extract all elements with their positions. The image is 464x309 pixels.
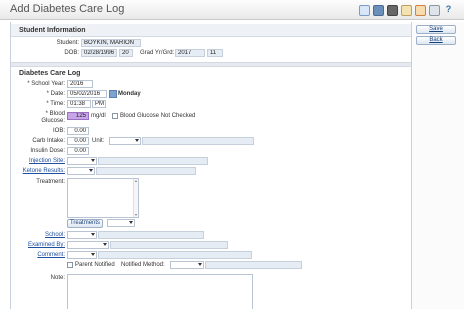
chevron-down-icon bbox=[89, 169, 93, 172]
title-bar: Add Diabetes Care Log ? bbox=[0, 0, 464, 20]
age-value: 20 bbox=[119, 49, 133, 57]
date-input[interactable]: 05/02/2016 bbox=[67, 90, 107, 98]
chevron-down-icon bbox=[103, 243, 107, 246]
toolbar: ? bbox=[359, 5, 454, 16]
comment-description bbox=[98, 251, 252, 259]
examined-by-link[interactable]: Examined By: bbox=[15, 242, 65, 248]
time-label: * Time: bbox=[46, 101, 65, 107]
chevron-down-icon bbox=[91, 233, 95, 236]
examined-by-description bbox=[110, 241, 228, 249]
bg-not-checked-label: Blood Glucose Not Checked bbox=[120, 113, 196, 119]
help-icon[interactable]: ? bbox=[443, 5, 454, 16]
school-link[interactable]: School: bbox=[15, 232, 65, 238]
unit-select[interactable] bbox=[109, 137, 141, 145]
form-pane: Student Information Student: BOYKIN, MAR… bbox=[10, 22, 412, 309]
injection-site-link[interactable]: Injection Site: bbox=[15, 158, 65, 164]
chevron-down-icon bbox=[198, 263, 202, 266]
unit-label: Unit: bbox=[92, 138, 105, 144]
window-title: Add Diabetes Care Log bbox=[10, 3, 125, 15]
bg-not-checked-checkbox[interactable] bbox=[112, 113, 118, 119]
globe-icon[interactable] bbox=[373, 5, 384, 16]
insulin-dose-label: Insulin Dose: bbox=[30, 148, 65, 154]
injection-site-select[interactable] bbox=[67, 157, 97, 165]
grade-value: 11 bbox=[207, 49, 223, 57]
treatments-select[interactable] bbox=[107, 219, 135, 227]
scroll-up-icon bbox=[135, 180, 137, 182]
treatment-label: Treatment: bbox=[36, 179, 65, 185]
ketone-results-description bbox=[96, 167, 196, 175]
comment-select[interactable] bbox=[67, 251, 97, 259]
calendar-icon[interactable] bbox=[109, 90, 117, 98]
dob-label: DOB: bbox=[64, 50, 79, 56]
printer-icon[interactable] bbox=[387, 5, 398, 16]
chevron-down-icon bbox=[129, 221, 133, 224]
examined-by-select[interactable] bbox=[67, 241, 109, 249]
scroll-down-icon bbox=[135, 214, 137, 216]
grad-label: Grad Yr/Grd: bbox=[140, 50, 175, 56]
student-label: Student: bbox=[56, 40, 79, 46]
date-label: * Date: bbox=[46, 91, 65, 97]
action-pane: Save Back bbox=[412, 22, 464, 309]
refresh-icon[interactable] bbox=[429, 5, 440, 16]
scrollbar[interactable] bbox=[133, 179, 138, 217]
document-icon[interactable] bbox=[401, 5, 412, 16]
notified-method-description bbox=[205, 261, 302, 269]
iob-input[interactable]: 0.00 bbox=[67, 127, 89, 135]
injection-site-description bbox=[98, 157, 208, 165]
student-name-value: BOYKIN, MARION bbox=[81, 39, 141, 47]
carb-intake-label: Carb Intake: bbox=[32, 138, 65, 144]
grad-year-value: 2017 bbox=[175, 49, 205, 57]
comment-link[interactable]: Comment: bbox=[15, 252, 65, 258]
time-input[interactable]: 01:38 bbox=[67, 100, 91, 108]
notified-method-label: Notified Method: bbox=[121, 262, 165, 268]
school-year-label: * School Year: bbox=[27, 81, 65, 87]
ketone-results-link[interactable]: Ketone Results: bbox=[15, 168, 65, 174]
parent-notified-checkbox[interactable] bbox=[67, 262, 73, 268]
treatment-textarea[interactable] bbox=[67, 178, 139, 218]
blood-glucose-label-line1: * Blood bbox=[45, 111, 65, 117]
attachment-icon[interactable] bbox=[415, 5, 426, 16]
unit-description bbox=[142, 137, 254, 145]
carb-intake-input[interactable]: 0.00 bbox=[67, 137, 89, 145]
save-button[interactable]: Save bbox=[416, 25, 456, 34]
note-textarea[interactable] bbox=[67, 274, 253, 309]
chevron-down-icon bbox=[91, 253, 95, 256]
chevron-down-icon bbox=[91, 159, 95, 162]
dob-value: 02/28/1996 bbox=[81, 49, 117, 57]
back-button[interactable]: Back bbox=[416, 36, 456, 45]
chevron-down-icon bbox=[135, 139, 139, 142]
blood-glucose-label-line2: Glucose: bbox=[41, 118, 65, 124]
care-log-section-title: Diabetes Care Log bbox=[11, 67, 411, 80]
weekday-text: Monday bbox=[118, 91, 141, 97]
school-year-input[interactable]: 2016 bbox=[67, 80, 93, 88]
school-select[interactable] bbox=[67, 231, 97, 239]
blood-glucose-unit: mg/dl bbox=[91, 113, 106, 119]
chart-icon[interactable] bbox=[359, 5, 370, 16]
iob-label: IOB: bbox=[52, 128, 65, 134]
student-section-title: Student Information bbox=[11, 24, 411, 37]
note-label: Note: bbox=[50, 275, 65, 281]
notified-method-select[interactable] bbox=[170, 261, 204, 269]
ketone-results-select[interactable] bbox=[67, 167, 95, 175]
blood-glucose-input[interactable]: 125 bbox=[67, 112, 89, 120]
school-description bbox=[98, 231, 204, 239]
parent-notified-label: Parent Notified bbox=[75, 262, 115, 268]
ampm-input[interactable]: PM bbox=[92, 100, 106, 108]
insulin-dose-input[interactable]: 0.00 bbox=[67, 147, 89, 155]
treatments-button[interactable]: Treatments bbox=[67, 219, 103, 228]
